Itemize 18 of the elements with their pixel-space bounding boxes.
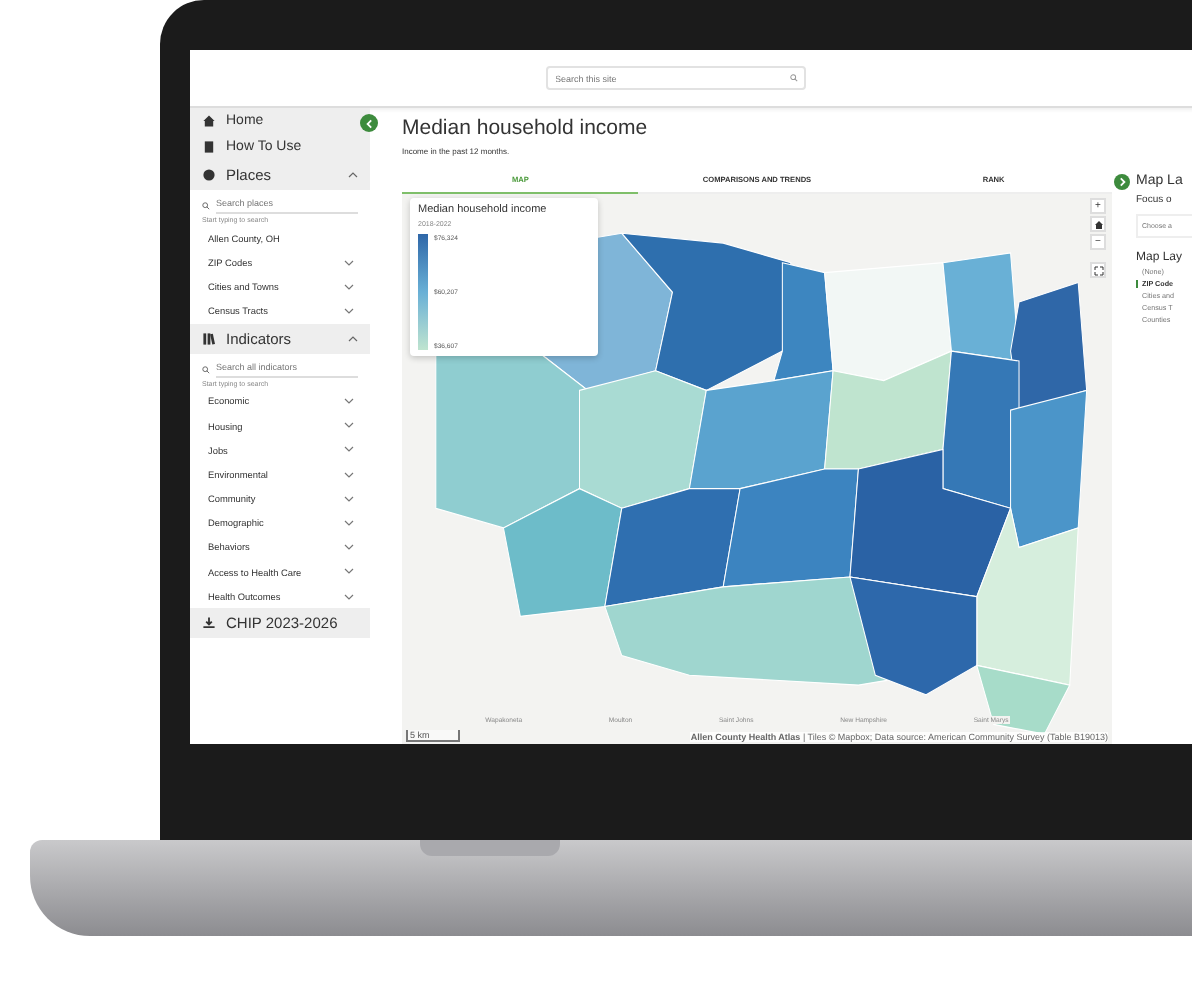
- map[interactable]: [402, 194, 1112, 744]
- search-icon: [789, 74, 797, 82]
- color-ramp: [418, 234, 428, 350]
- page-title: Median household income: [402, 116, 650, 140]
- laptop-notch: [420, 840, 560, 856]
- books-icon: [202, 331, 216, 346]
- home-icon: [1093, 219, 1103, 229]
- fullscreen-icon: [1093, 265, 1103, 275]
- fullscreen-button[interactable]: [1090, 262, 1106, 278]
- search-icon: [202, 365, 210, 374]
- home-icon: [202, 114, 216, 128]
- expand-button[interactable]: [1114, 174, 1130, 190]
- chevron-icon: [1116, 176, 1128, 188]
- search-icon: [202, 202, 210, 210]
- home-button[interactable]: [1090, 216, 1106, 232]
- collapse-button[interactable]: [360, 114, 378, 132]
- chevron-icon: [363, 117, 375, 129]
- download-icon: [202, 616, 216, 631]
